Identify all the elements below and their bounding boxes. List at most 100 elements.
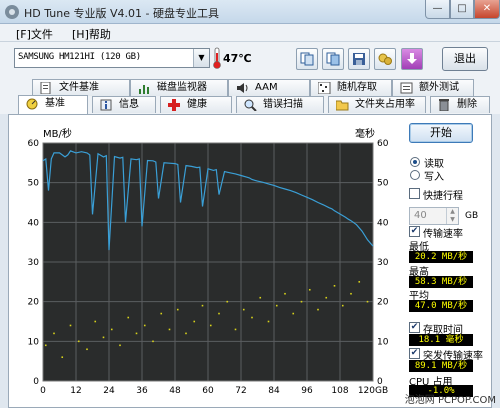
access-time-point <box>333 285 336 287</box>
tab-folder-usage[interactable]: 文件夹占用率 <box>328 96 426 113</box>
y-tick-label-left: 0 <box>33 377 39 387</box>
tab-benchmark[interactable]: 基准 <box>18 95 88 114</box>
save-button[interactable] <box>348 48 370 70</box>
access-time-point <box>275 304 278 307</box>
tab-label: 删除 <box>457 99 477 110</box>
access-time-point <box>350 292 352 295</box>
tab-label: AAM <box>255 82 278 93</box>
access-time-point <box>292 312 295 315</box>
spinner-arrows-icon[interactable]: ▲ ▼ <box>446 208 458 224</box>
tab-label: 磁盘监视器 <box>157 82 207 93</box>
access-time-point <box>209 324 212 327</box>
tab-file-benchmark[interactable]: 文件基准 <box>32 79 130 96</box>
access-time-point <box>185 332 187 335</box>
access-time-point <box>127 316 130 319</box>
short-stroke-box <box>409 188 420 199</box>
x-tick-label: 108 <box>331 386 348 396</box>
access-time-point <box>160 312 163 315</box>
y-tick-label-left: 60 <box>28 139 40 149</box>
access-time-point <box>259 296 262 299</box>
short-stroke-checkbox[interactable]: 快捷行程 <box>409 187 463 202</box>
erase-icon <box>439 99 449 111</box>
tab-label: 健康 <box>187 99 207 110</box>
write-label: 写入 <box>424 172 444 183</box>
access-time-point <box>119 344 121 347</box>
access-time-point <box>308 288 311 291</box>
access-time-point <box>218 312 220 315</box>
exit-button[interactable]: 退出 <box>442 47 488 71</box>
write-radio[interactable]: 写入 <box>409 168 444 183</box>
access-time-point <box>358 281 361 283</box>
extra-tests-icon <box>400 82 413 94</box>
start-button[interactable]: 开始 <box>409 123 473 143</box>
access-time-point <box>251 316 253 319</box>
x-tick-label: 84 <box>268 386 280 396</box>
write-radio-dot <box>410 170 420 180</box>
short-stroke-label: 快捷行程 <box>423 191 463 202</box>
toolbar: SAMSUNG HM121HI (120 GB) ▼ 47℃ 退出 <box>0 42 500 78</box>
tab-info[interactable]: 信息 <box>92 96 156 113</box>
watermark: 泡泡网 PCPOP.COM <box>404 395 496 406</box>
maximize-button[interactable]: □ <box>450 0 474 19</box>
error-scan-icon <box>244 99 257 111</box>
file-benchmark-icon <box>40 82 51 94</box>
tab-label: 信息 <box>119 99 139 110</box>
y-tick-label-right: 20 <box>377 298 389 308</box>
tab-disk-monitor[interactable]: 磁盘监视器 <box>130 79 228 96</box>
tab-health[interactable]: 健康 <box>160 96 232 113</box>
copy-text-button[interactable] <box>296 48 318 70</box>
access-time-point <box>366 300 369 303</box>
avg-value: 47.0 MB/秒 <box>409 300 473 312</box>
short-stroke-unit: GB <box>465 211 479 221</box>
benchmark-panel: 0 12 24 36 48 60 72 84 96 108 120GB 0 10 20 30 40 50 60 0 1… <box>8 114 492 408</box>
menu-help[interactable]: [H]帮助 <box>72 26 111 42</box>
tab-error-scan[interactable]: 错误扫描 <box>236 96 324 113</box>
tab-random-access[interactable]: 随机存取 <box>310 79 392 96</box>
access-time-value: 18.1 毫秒 <box>409 334 473 346</box>
copy-screenshot-button[interactable] <box>322 48 344 70</box>
tab-label: 文件夹占用率 <box>355 99 415 110</box>
x-tick-label: 36 <box>136 386 148 396</box>
window-title: HD Tune 专业版 V4.01 - 硬盘专业工具 <box>24 7 219 20</box>
y-tick-label-right: 60 <box>377 139 389 149</box>
short-stroke-value: 40 <box>414 210 427 221</box>
minimize-button[interactable]: — <box>425 0 450 19</box>
transfer-rate-label: 传输速率 <box>423 229 463 240</box>
y-tick-label-right: 30 <box>377 258 389 268</box>
checkmark-icon: ✔ <box>409 348 420 359</box>
tab-label: 基准 <box>45 98 65 109</box>
disk-monitor-icon <box>139 85 149 94</box>
options-button[interactable] <box>374 48 396 70</box>
y-tick-label-left: 40 <box>28 218 40 228</box>
close-button[interactable]: ✕ <box>474 0 500 19</box>
tab-aam[interactable]: AAM <box>228 79 310 96</box>
tab-erase[interactable]: 删除 <box>430 96 490 113</box>
min-value: 20.2 MB/秒 <box>409 251 473 263</box>
y-tick-label-right: 50 <box>377 179 389 189</box>
burst-rate-value: 89.1 MB/秒 <box>409 360 473 372</box>
info-icon <box>100 99 112 111</box>
access-time-point <box>44 344 47 347</box>
benchmark-chart: 0 12 24 36 48 60 72 84 96 108 120GB 0 10 20 30 40 50 60 0 1… <box>9 115 403 408</box>
short-stroke-spinner[interactable]: 40 ▲ ▼ <box>409 207 459 225</box>
access-time-point <box>69 324 72 327</box>
speaker-icon <box>237 83 248 93</box>
access-time-point <box>325 296 328 299</box>
drive-select[interactable]: SAMSUNG HM121HI (120 GB) ▼ <box>14 48 210 68</box>
y-tick-label-left: 50 <box>28 179 40 189</box>
access-time-point <box>226 300 229 303</box>
x-tick-label: 96 <box>301 386 313 396</box>
title-bar: HD Tune 专业版 V4.01 - 硬盘专业工具 — □ ✕ <box>0 0 500 24</box>
y-tick-label-left: 10 <box>28 337 40 347</box>
checkmark-icon: ✔ <box>409 226 420 237</box>
access-time-point <box>341 304 344 307</box>
tab-extra-tests[interactable]: 额外测试 <box>392 79 474 96</box>
download-button[interactable] <box>401 48 423 70</box>
options-icon <box>378 53 392 65</box>
copy-text-icon <box>300 52 314 66</box>
x-tick-label: 60 <box>202 386 214 396</box>
chevron-down-icon[interactable]: ▼ <box>193 49 209 67</box>
access-time-point <box>102 336 105 339</box>
menu-file[interactable]: [F]文件 <box>16 26 53 42</box>
access-time-point <box>77 340 80 343</box>
